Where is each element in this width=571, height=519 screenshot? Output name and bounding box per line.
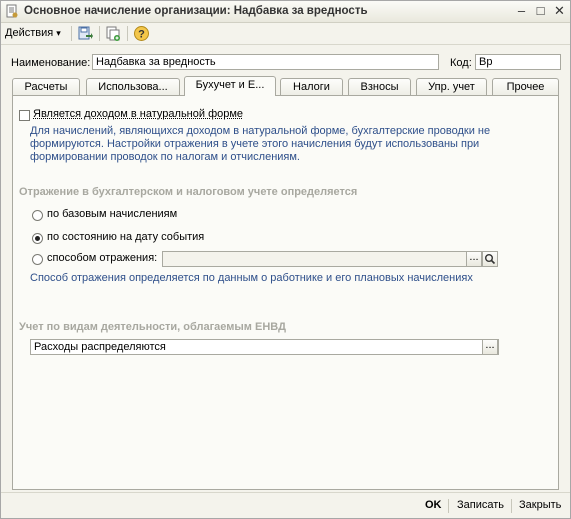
actions-label: Действия	[5, 27, 54, 39]
window-title: Основное начисление организации: Надбавк…	[24, 5, 368, 17]
tab-upr-uchet[interactable]: Упр. учет	[416, 78, 487, 95]
tab-label: Использова...	[98, 81, 168, 93]
natural-income-hint-line: формировании проводок по налогам и отчис…	[30, 151, 300, 163]
toolbar-divider	[127, 26, 128, 41]
radio-method[interactable]	[32, 254, 43, 265]
radio-method-label[interactable]: способом отражения:	[47, 252, 157, 264]
tab-ispolzovanie[interactable]: Использова...	[86, 78, 180, 95]
reflection-section-title: Отражение в бухгалтерском и налоговом уч…	[19, 186, 358, 198]
svg-text:?: ?	[138, 29, 145, 41]
toolbar-divider	[99, 26, 100, 41]
natural-income-label[interactable]: Является доходом в натуральной форме	[33, 108, 243, 120]
tab-nalogi[interactable]: Налоги	[280, 78, 343, 95]
envd-section-title: Учет по видам деятельности, облагаемым Е…	[19, 321, 286, 333]
radio-event-date-label[interactable]: по состоянию на дату события	[47, 231, 204, 243]
tab-vznosy[interactable]: Взносы	[348, 78, 411, 95]
natural-income-hint-line: формируются. Настройки отражения в учете…	[30, 138, 480, 150]
radio-selected-dot	[35, 236, 40, 241]
toolbar: Действия ▾ ?	[1, 23, 570, 45]
help-icon[interactable]: ?	[133, 25, 150, 42]
maximize-icon[interactable]: □	[533, 4, 548, 18]
chevron-down-icon: ▾	[56, 28, 61, 38]
envd-select-button[interactable]: ...	[482, 339, 498, 355]
document-icon	[6, 4, 18, 18]
code-field[interactable]: Вр	[475, 54, 561, 70]
natural-income-hint-line: Для начислений, являющихся доходом в нат…	[30, 125, 491, 137]
radio-base-accruals[interactable]	[32, 210, 43, 221]
method-select-button[interactable]: ...	[466, 251, 482, 267]
method-hint: Способ отражения определяется по данным …	[30, 272, 473, 284]
code-label: Код:	[450, 57, 472, 69]
radio-base-accruals-label[interactable]: по базовым начислениям	[47, 208, 177, 220]
magnifier-icon	[485, 254, 496, 265]
name-label: Наименование:	[11, 57, 91, 69]
title-bar: Основное начисление организации: Надбавк…	[1, 1, 570, 23]
radio-event-date[interactable]	[32, 233, 43, 244]
name-field[interactable]: Надбавка за вредность	[92, 54, 439, 70]
tab-prochee[interactable]: Прочее	[492, 78, 559, 95]
tab-label: Расчеты	[24, 81, 68, 93]
method-field[interactable]	[162, 251, 482, 267]
tab-strip: Расчеты Использова... Бухучет и Е... Нал…	[12, 76, 559, 96]
footer-divider	[448, 499, 449, 513]
document-window: Основное начисление организации: Надбавк…	[0, 0, 571, 519]
tab-label: Взносы	[360, 81, 399, 93]
tab-label: Упр. учет	[428, 81, 475, 93]
tab-label: Бухучет и Е...	[195, 79, 265, 91]
copy-new-icon[interactable]	[105, 25, 122, 42]
close-icon[interactable]: ✕	[552, 4, 567, 18]
footer-divider	[511, 499, 512, 513]
tab-raschety[interactable]: Расчеты	[12, 78, 80, 95]
save-and-close-icon[interactable]	[77, 25, 94, 42]
tab-label: Налоги	[293, 81, 330, 93]
natural-income-checkbox[interactable]	[19, 110, 30, 121]
envd-field[interactable]: Расходы распределяются	[30, 339, 499, 355]
tab-label: Прочее	[506, 81, 545, 93]
close-button[interactable]: Закрыть	[519, 499, 561, 511]
tab-panel-buhuchet: Является доходом в натуральной форме Для…	[12, 95, 559, 490]
ok-button[interactable]: OK	[425, 499, 442, 511]
toolbar-divider	[71, 26, 72, 41]
tab-buhuchet[interactable]: Бухучет и Е...	[184, 76, 276, 96]
minimize-icon[interactable]: –	[514, 4, 529, 18]
footer-bar: OK Записать Закрыть	[1, 492, 570, 519]
save-button[interactable]: Записать	[457, 499, 504, 511]
actions-menu-button[interactable]: Действия ▾	[5, 26, 63, 41]
method-search-button[interactable]	[482, 251, 498, 267]
